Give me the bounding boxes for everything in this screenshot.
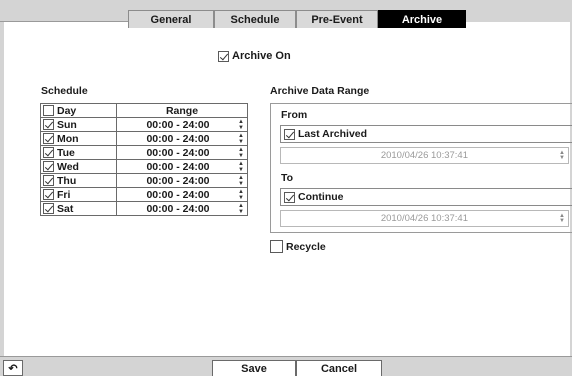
- day-cell[interactable]: Sun: [40, 117, 117, 132]
- day-checkbox[interactable]: [43, 133, 54, 145]
- bottom-bar: ↶ Save Cancel: [0, 356, 572, 376]
- range-cell[interactable]: 00:00 - 24:00 ▲ ▼: [116, 117, 248, 132]
- tab-bar-fill: [466, 10, 572, 22]
- spin-arrows-icon[interactable]: ▲ ▼: [238, 133, 244, 145]
- table-row: Sun 00:00 - 24:00 ▲ ▼: [40, 117, 248, 132]
- day-label: Tue: [57, 146, 75, 159]
- cancel-button[interactable]: Cancel: [296, 360, 382, 376]
- range-cell[interactable]: 00:00 - 24:00 ▲ ▼: [116, 145, 248, 160]
- day-label: Thu: [57, 174, 77, 187]
- table-row: Tue 00:00 - 24:00 ▲ ▼: [40, 145, 248, 160]
- archive-on-label: Archive On: [232, 50, 291, 62]
- range-value: 00:00 - 24:00: [146, 188, 210, 201]
- archive-on-checkbox[interactable]: [218, 50, 229, 62]
- range-value: 00:00 - 24:00: [146, 202, 210, 215]
- day-label: Fri: [57, 188, 71, 201]
- back-icon[interactable]: ↶: [3, 360, 23, 376]
- last-archived-label: Last Archived: [298, 128, 368, 140]
- day-cell[interactable]: Thu: [40, 173, 117, 188]
- tab-bar: General Schedule Pre-Event Archive: [0, 0, 572, 28]
- archive-data-range-title: Archive Data Range: [270, 85, 370, 97]
- spin-arrows-icon[interactable]: ▲ ▼: [238, 161, 244, 173]
- day-cell[interactable]: Tue: [40, 145, 117, 160]
- day-checkbox[interactable]: [43, 189, 54, 201]
- table-row: Wed 00:00 - 24:00 ▲ ▼: [40, 159, 248, 174]
- range-value: 00:00 - 24:00: [146, 118, 210, 131]
- day-label: Wed: [57, 160, 79, 173]
- day-cell[interactable]: Fri: [40, 187, 117, 202]
- schedule-title: Schedule: [41, 85, 88, 97]
- range-cell[interactable]: 00:00 - 24:00 ▲ ▼: [116, 173, 248, 188]
- day-cell[interactable]: Mon: [40, 131, 117, 146]
- from-label: From: [281, 109, 308, 121]
- table-row: Thu 00:00 - 24:00 ▲ ▼: [40, 173, 248, 188]
- day-checkbox[interactable]: [43, 119, 54, 131]
- table-row: Sat 00:00 - 24:00 ▲ ▼: [40, 201, 248, 216]
- range-value: 00:00 - 24:00: [146, 160, 210, 173]
- day-checkbox[interactable]: [43, 175, 54, 187]
- range-cell[interactable]: 00:00 - 24:00 ▲ ▼: [116, 187, 248, 202]
- header-range: Range: [116, 103, 248, 118]
- table-row: Mon 00:00 - 24:00 ▲ ▼: [40, 131, 248, 146]
- continue-checkbox[interactable]: [284, 191, 295, 203]
- select-all-days-checkbox[interactable]: [43, 105, 54, 117]
- to-label: To: [281, 172, 294, 184]
- to-date-value: 2010/04/26 10:37:41: [380, 213, 468, 224]
- spin-arrows-icon[interactable]: ▲ ▼: [559, 150, 565, 161]
- header-day-label: Day: [57, 104, 77, 117]
- schedule-table: Day Range Sun 00:00 - 24:00 ▲ ▼ Mon 00:00 …: [40, 103, 248, 216]
- continue-label: Continue: [298, 191, 344, 203]
- table-row: Fri 00:00 - 24:00 ▲ ▼: [40, 187, 248, 202]
- day-label: Sat: [57, 202, 74, 215]
- to-date-field[interactable]: 2010/04/26 10:37:41 ▲ ▼: [280, 210, 569, 227]
- range-cell[interactable]: 00:00 - 24:00 ▲ ▼: [116, 131, 248, 146]
- day-checkbox[interactable]: [43, 203, 54, 215]
- spin-arrows-icon[interactable]: ▲ ▼: [238, 119, 244, 131]
- range-cell[interactable]: 00:00 - 24:00 ▲ ▼: [116, 201, 248, 216]
- from-date-field[interactable]: 2010/04/26 10:37:41 ▲ ▼: [280, 147, 569, 164]
- recycle-label: Recycle: [286, 240, 326, 253]
- spin-arrows-icon[interactable]: ▲ ▼: [238, 189, 244, 201]
- last-archived-option[interactable]: Last Archived: [280, 125, 572, 143]
- spin-arrows-icon[interactable]: ▲ ▼: [559, 213, 565, 224]
- day-cell[interactable]: Sat: [40, 201, 117, 216]
- spin-arrows-icon[interactable]: ▲ ▼: [238, 203, 244, 215]
- last-archived-checkbox[interactable]: [284, 128, 295, 140]
- day-label: Sun: [57, 118, 77, 131]
- day-checkbox[interactable]: [43, 161, 54, 173]
- range-value: 00:00 - 24:00: [146, 146, 210, 159]
- continue-option[interactable]: Continue: [280, 188, 572, 206]
- save-button[interactable]: Save: [212, 360, 296, 376]
- range-value: 00:00 - 24:00: [146, 132, 210, 145]
- spin-arrows-icon[interactable]: ▲ ▼: [238, 175, 244, 187]
- spin-arrows-icon[interactable]: ▲ ▼: [238, 147, 244, 159]
- day-cell[interactable]: Wed: [40, 159, 117, 174]
- from-date-value: 2010/04/26 10:37:41: [380, 150, 468, 161]
- range-cell[interactable]: 00:00 - 24:00 ▲ ▼: [116, 159, 248, 174]
- recycle-checkbox[interactable]: [270, 240, 283, 253]
- recycle-option[interactable]: Recycle: [270, 240, 326, 253]
- range-value: 00:00 - 24:00: [146, 174, 210, 187]
- header-day[interactable]: Day: [40, 103, 117, 118]
- day-label: Mon: [57, 132, 79, 145]
- day-checkbox[interactable]: [43, 147, 54, 159]
- archive-data-range-panel: From Last Archived 2010/04/26 10:37:41 ▲…: [270, 103, 572, 233]
- archive-on-option[interactable]: Archive On: [218, 50, 291, 62]
